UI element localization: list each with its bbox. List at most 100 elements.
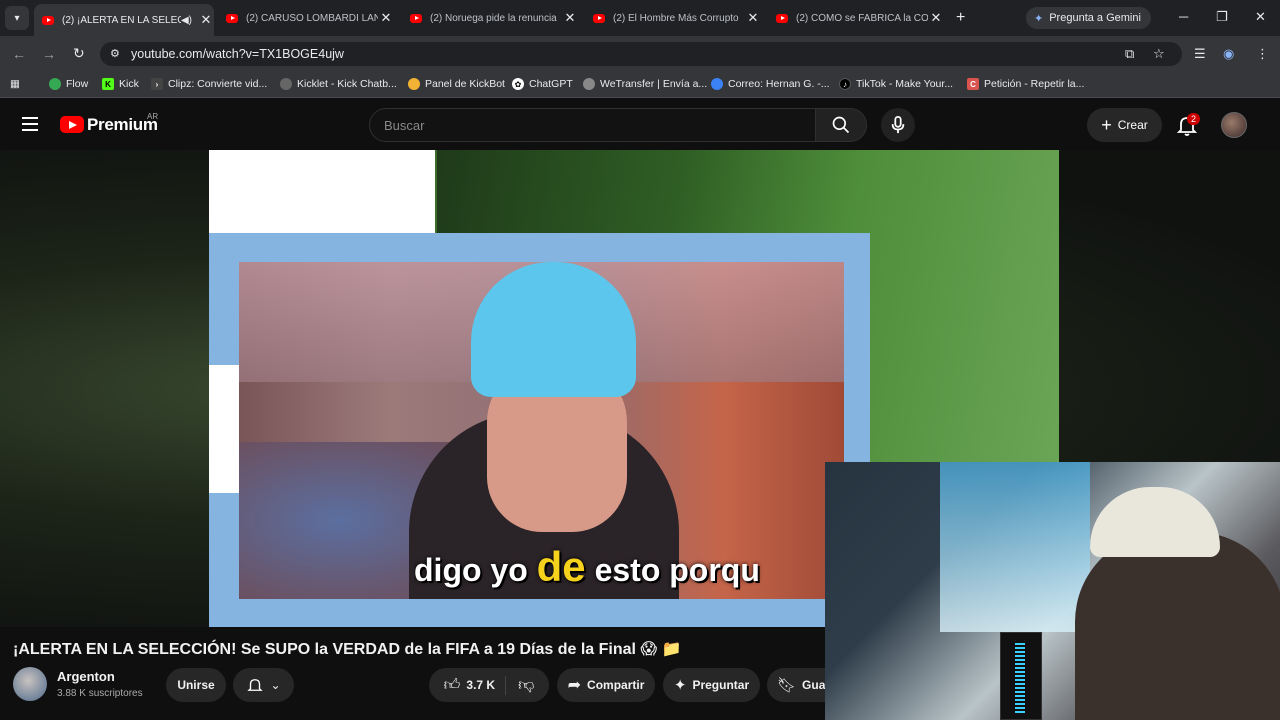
apps-grid-icon[interactable]: ▦	[10, 78, 20, 90]
caption-text: digo yo	[414, 552, 537, 588]
youtube-favicon-icon	[42, 15, 54, 25]
audio-playing-icon[interactable]: ◀︎)	[181, 15, 192, 26]
bookmark-item[interactable]: Correo: Hernan G. -...	[711, 78, 830, 90]
dislike-button[interactable]: 👎︎	[512, 676, 534, 695]
profile-icon[interactable]: ◉	[1223, 46, 1234, 62]
menu-dots-icon[interactable]: ⋮	[1256, 46, 1269, 62]
thumbs-down-icon: 👎︎	[518, 676, 535, 694]
tab-close-icon[interactable]: ✕	[562, 10, 578, 26]
forward-arrow-icon[interactable]: →	[42, 46, 56, 62]
maximize-icon[interactable]: ❐	[1216, 9, 1228, 25]
join-button[interactable]: Unirse	[166, 668, 226, 702]
bookmark-label: Kick	[119, 78, 139, 90]
search-button[interactable]	[815, 108, 867, 142]
caption-highlight: de	[536, 543, 586, 590]
bookmark-item[interactable]: Panel de KickBot	[408, 78, 505, 90]
bookmark-item[interactable]: Kicklet - Kick Chatb...	[280, 78, 397, 90]
reload-icon[interactable]: ↻	[73, 45, 85, 62]
gemini-star-icon: ✦	[1034, 12, 1044, 25]
back-arrow-icon[interactable]: ←	[12, 46, 26, 62]
channel-name[interactable]: Argenton	[57, 669, 115, 684]
bookmark-label: Correo: Hernan G. -...	[728, 78, 830, 90]
browser-tab-5[interactable]: (2) CÓMO se FABRICA la CO ✕	[768, 6, 944, 30]
address-url[interactable]: youtube.com/watch?v=TX1BOGE4ujw	[131, 47, 344, 61]
bookmark-item[interactable]: Flow	[49, 78, 88, 90]
bookmark-item[interactable]: C Petición - Repetir la...	[967, 78, 1084, 90]
bookmark-item[interactable]: K Kick	[102, 78, 139, 90]
browser-tab-3[interactable]: (2) Noruega pide la renuncia ✕	[402, 6, 578, 30]
share-button[interactable]: ➦ Compartir	[557, 668, 655, 702]
white-cap	[1090, 487, 1220, 557]
bookmark-label: ChatGPT	[529, 78, 573, 90]
caption-text-end: esto porqu	[585, 552, 760, 588]
create-button[interactable]: + Crear	[1087, 108, 1162, 142]
kickbot-icon	[408, 78, 420, 90]
subscriber-count: 3.88 K suscriptores	[57, 688, 143, 699]
globe-icon	[583, 78, 595, 90]
account-avatar[interactable]	[1221, 112, 1247, 138]
ask-button[interactable]: ✦ Preguntar	[663, 668, 760, 702]
thumbs-up-icon: 👍︎	[443, 676, 461, 694]
tab-title: (2) Noruega pide la renuncia	[430, 12, 557, 24]
join-label: Unirse	[177, 678, 215, 692]
webcam-person	[1075, 532, 1280, 720]
tab-close-icon[interactable]: ✕	[378, 10, 394, 26]
notification-count-badge: 2	[1187, 113, 1201, 125]
like-button[interactable]: 👍︎ 3.7 K	[443, 675, 507, 695]
plus-icon: +	[1101, 114, 1112, 135]
bookmark-item[interactable]: › Clipz: Convierte vid...	[151, 78, 267, 90]
bookmark-label: Kicklet - Kick Chatb...	[297, 78, 397, 90]
share-label: Compartir	[587, 678, 645, 692]
tab-search-chevron-icon[interactable]: ▾	[5, 6, 29, 30]
youtube-logo-icon[interactable]	[60, 116, 84, 133]
bell-icon	[247, 679, 264, 691]
install-app-icon[interactable]: ⧉	[1125, 46, 1134, 62]
reading-list-icon[interactable]: ☰	[1194, 46, 1206, 62]
tab-close-icon[interactable]: ✕	[745, 10, 761, 26]
bookmark-label: Clipz: Convierte vid...	[168, 78, 268, 90]
browser-tab-2[interactable]: (2) CARUSO LOMBARDI LANZA ✕	[218, 6, 394, 30]
ask-label: Preguntar	[692, 678, 750, 692]
search-icon	[832, 116, 850, 134]
browser-tab-1[interactable]: (2) ¡ALERTA EN LA SELECCIÓN ◀︎) ✕	[34, 4, 214, 36]
channel-avatar[interactable]	[13, 667, 47, 701]
chevron-down-icon: ⌄	[270, 678, 281, 692]
chatgpt-icon: ✿	[512, 78, 524, 90]
gemini-button[interactable]: ✦ Pregunta a Gemini	[1026, 7, 1151, 29]
tab-title: (2) El Hombre Más Corrupto	[613, 12, 739, 24]
tab-title: (2) CARUSO LOMBARDI LANZA	[246, 12, 378, 24]
hamburger-menu-icon[interactable]	[22, 117, 38, 131]
bookmark-star-icon[interactable]: ☆	[1153, 46, 1165, 62]
petition-icon: C	[967, 78, 979, 90]
bookmark-item[interactable]: ✿ ChatGPT	[512, 78, 573, 90]
video-caption: digo yo de esto porqu	[414, 543, 825, 591]
gemini-label: Pregunta a Gemini	[1049, 12, 1141, 24]
frame-white-strip	[209, 365, 239, 493]
tiktok-icon: ♪	[839, 78, 851, 90]
bookmark-item[interactable]: WeTransfer | Envía a...	[583, 78, 707, 90]
search-input[interactable]: Buscar	[369, 108, 816, 142]
webcam-window-light	[940, 462, 1090, 632]
white-graphic-panel	[209, 150, 435, 233]
browser-tab-4[interactable]: (2) El Hombre Más Corrupto ✕	[585, 6, 761, 30]
mail-icon	[711, 78, 723, 90]
bookmark-label: WeTransfer | Envía a...	[600, 78, 708, 90]
sparkle-icon: ✦	[673, 677, 687, 694]
tab-close-icon[interactable]: ✕	[928, 10, 944, 26]
voice-search-button[interactable]	[881, 108, 915, 142]
pc-tower	[1000, 632, 1042, 720]
like-count: 3.7 K	[466, 678, 496, 692]
site-info-icon[interactable]: ⚙	[110, 47, 120, 60]
tab-title: (2) ¡ALERTA EN LA SELECCIÓN	[62, 14, 181, 26]
subscription-bell-button[interactable]: ⌄	[233, 668, 294, 702]
kick-icon: K	[102, 78, 114, 90]
minimize-icon[interactable]: ─	[1179, 9, 1188, 24]
tab-title: (2) CÓMO se FABRICA la CO	[796, 12, 928, 24]
like-dislike-group: 👍︎ 3.7 K 👎︎	[429, 668, 549, 702]
share-arrow-icon: ➦	[567, 677, 582, 694]
bookmark-item[interactable]: ♪ TikTok - Make Your...	[839, 78, 953, 90]
new-tab-icon[interactable]: +	[956, 9, 965, 27]
close-window-icon[interactable]: ✕	[1255, 9, 1266, 25]
webcam-overlay	[825, 462, 1280, 720]
tab-close-icon[interactable]: ✕	[198, 12, 214, 28]
